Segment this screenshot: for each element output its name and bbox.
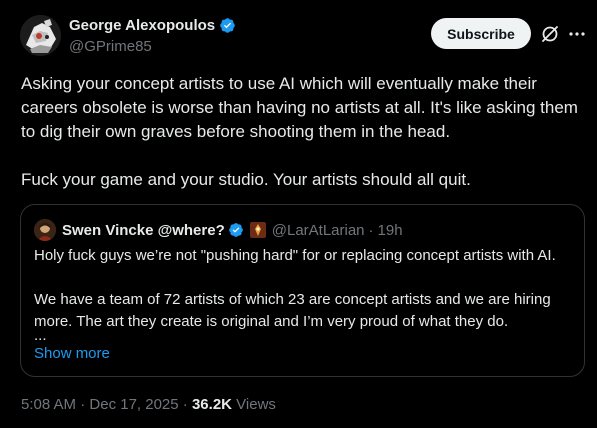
quote-header: Swen Vincke @where? @LarAtLarian · 19h xyxy=(62,219,403,241)
more-options-icon[interactable] xyxy=(568,24,586,44)
post-paragraph: Asking your concept artists to use AI wh… xyxy=(21,74,578,141)
author-name[interactable]: George Alexopoulos xyxy=(69,17,215,34)
avatar-illustration xyxy=(20,15,61,56)
author-name-row[interactable]: George Alexopoulos xyxy=(69,17,236,34)
quote-separator: · xyxy=(368,221,374,239)
post-time[interactable]: 5:08 AM xyxy=(21,396,76,413)
quote-avatar-illustration xyxy=(34,219,56,241)
verified-badge-icon xyxy=(220,18,235,33)
show-more-link[interactable]: Show more xyxy=(34,345,110,362)
grok-icon[interactable] xyxy=(540,24,560,44)
subscribe-button[interactable]: Subscribe xyxy=(431,18,531,49)
quote-ellipsis: ... xyxy=(34,327,47,344)
affiliate-badge-icon xyxy=(249,222,266,238)
author-handle[interactable]: @GPrime85 xyxy=(69,38,152,55)
post-body: Asking your concept artists to use AI wh… xyxy=(21,72,581,192)
quote-body: Holy fuck guys we’re not "pushing hard" … xyxy=(34,245,576,333)
views-count: 36.2K xyxy=(191,396,232,413)
post-date[interactable]: Dec 17, 2025 xyxy=(89,396,178,413)
quote-timestamp[interactable]: 19h xyxy=(378,222,403,239)
meta-separator: · xyxy=(80,396,86,413)
quote-author-avatar[interactable] xyxy=(34,219,56,241)
verified-badge-icon xyxy=(228,223,243,237)
post-meta: 5:08 AM · Dec 17, 2025 · 36.2K Views xyxy=(21,396,276,413)
quoted-post[interactable]: Swen Vincke @where? @LarAtLarian · 19h H… xyxy=(20,204,585,377)
views-label: Views xyxy=(236,396,276,413)
quote-paragraph: Holy fuck guys we’re not "pushing hard" … xyxy=(34,247,556,264)
post-paragraph: Fuck your game and your studio. Your art… xyxy=(21,170,471,189)
quote-paragraph: We have a team of 72 artists of which 23… xyxy=(34,291,551,330)
quote-author-handle[interactable]: @LarAtLarian xyxy=(272,222,365,239)
quote-author-name[interactable]: Swen Vincke @where? xyxy=(62,222,225,239)
author-avatar[interactable] xyxy=(20,15,61,56)
meta-separator: · xyxy=(182,396,188,413)
post-container: George Alexopoulos @GPrime85 Subscribe A… xyxy=(0,0,597,428)
